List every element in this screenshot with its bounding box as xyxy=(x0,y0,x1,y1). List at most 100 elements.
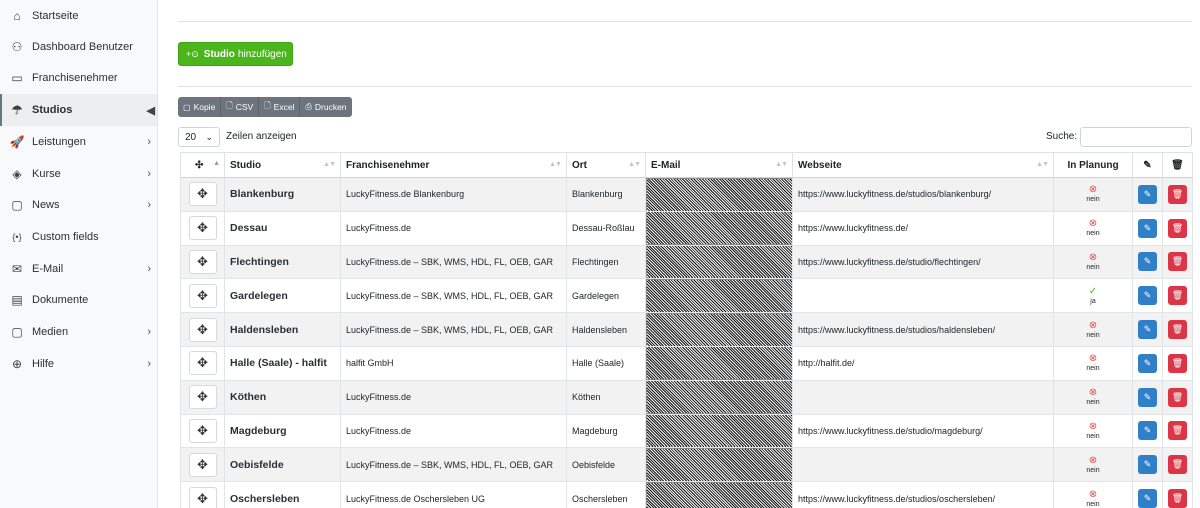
excel-label: Excel xyxy=(273,102,295,112)
chevron-right-icon: › xyxy=(147,168,151,180)
move-handle[interactable]: ✥ xyxy=(188,216,217,241)
website-cell: https://www.luckyfitness.de/ xyxy=(792,211,1054,246)
sidebar-item-e-mail[interactable]: ✉ E-Mail › xyxy=(0,253,157,285)
sidebar-item-leistungen[interactable]: 🚀 Leistungen › xyxy=(0,126,157,158)
sidebar-item-studios[interactable]: ☂ Studios ◀ xyxy=(0,94,157,126)
sidebar-item-news[interactable]: ▢ News › xyxy=(0,189,157,221)
sidebar-item-label: E-Mail xyxy=(32,263,64,275)
search-input[interactable] xyxy=(1080,127,1192,147)
sidebar-item-startseite[interactable]: ⌂ Startseite xyxy=(0,0,157,32)
header-studio[interactable]: Studio ▲▼ xyxy=(224,152,341,178)
header-email-label: E-Mail xyxy=(651,159,681,171)
edit-icon: ✎ xyxy=(1143,425,1152,436)
header-email[interactable]: E-Mail ▲▼ xyxy=(645,152,793,178)
edit-icon: ✎ xyxy=(1143,324,1152,335)
edit-button[interactable]: ✎ xyxy=(1138,353,1157,373)
print-button[interactable]: ⎙ Drucken xyxy=(300,97,352,117)
header-edit: ✎ xyxy=(1132,152,1163,178)
edit-button[interactable]: ✎ xyxy=(1138,387,1157,407)
edit-button[interactable]: ✎ xyxy=(1138,218,1157,238)
delete-button[interactable]: 🗑 xyxy=(1168,455,1187,475)
move-handle[interactable]: ✥ xyxy=(188,182,217,207)
edit-button[interactable]: ✎ xyxy=(1138,421,1157,441)
divider xyxy=(178,21,1192,22)
sidebar-item-dashboard-benutzer[interactable]: ⚇ Dashboard Benutzer xyxy=(0,31,157,63)
delete-button[interactable]: 🗑 xyxy=(1168,252,1187,272)
edit-cell: ✎ xyxy=(1132,245,1163,280)
move-handle[interactable]: ✥ xyxy=(188,351,217,376)
move-handle[interactable]: ✥ xyxy=(188,283,217,308)
delete-button[interactable]: 🗑 xyxy=(1168,387,1187,407)
move-arrows-icon: ✥ xyxy=(197,422,208,438)
delete-button[interactable]: 🗑 xyxy=(1168,286,1187,306)
sidebar-item-dokumente[interactable]: ▤ Dokumente xyxy=(0,284,157,316)
document-icon: ▤ xyxy=(11,293,23,307)
planning-status-label: nein xyxy=(1086,263,1100,271)
planning-status-label: nein xyxy=(1086,196,1100,204)
delete-button[interactable]: 🗑 xyxy=(1168,320,1187,340)
website-cell: https://www.luckyfitness.de/studios/hald… xyxy=(792,312,1054,347)
ort-cell: Halle (Saale) xyxy=(566,346,646,381)
page-length-select[interactable]: 20 ⌄ xyxy=(178,127,220,147)
move-handle[interactable]: ✥ xyxy=(188,317,217,342)
delete-cell: 🗑 xyxy=(1162,481,1193,508)
header-move[interactable]: ✣ ▲ xyxy=(180,152,225,178)
sidebar-item-label: Kurse xyxy=(32,168,61,180)
delete-button[interactable]: 🗑 xyxy=(1168,421,1187,441)
planning-status: ⊗ nein xyxy=(1055,185,1132,204)
move-handle[interactable]: ✥ xyxy=(188,249,217,274)
edit-icon: ✎ xyxy=(1143,459,1152,470)
mail-icon: ✉ xyxy=(11,262,23,276)
franchisenehmer-cell: LuckyFitness.de – SBK, WMS, HDL, FL, OEB… xyxy=(340,245,567,280)
edit-icon: ✎ xyxy=(1143,391,1152,402)
email-cell-redacted xyxy=(645,481,793,508)
chevron-right-icon: › xyxy=(147,136,151,148)
planning-status-label: nein xyxy=(1086,365,1100,373)
delete-button[interactable]: 🗑 xyxy=(1168,218,1187,238)
copy-button[interactable]: ▢ Kopie xyxy=(178,97,222,117)
sort-icon: ▲▼ xyxy=(1036,161,1049,168)
planning-status-icon: ⊗ xyxy=(1088,319,1098,331)
delete-button[interactable]: 🗑 xyxy=(1168,489,1187,508)
studio-name: Köthen xyxy=(224,380,341,415)
planning-cell: ⊗ nein xyxy=(1053,447,1133,483)
sidebar-item-label: Startseite xyxy=(32,10,79,22)
move-handle[interactable]: ✥ xyxy=(188,385,217,410)
sidebar-item-hilfe[interactable]: ⊕ Hilfe › xyxy=(0,348,157,380)
move-handle[interactable]: ✥ xyxy=(188,452,217,477)
website-cell: https://www.luckyfitness.de/studios/osch… xyxy=(792,481,1054,508)
move-handle[interactable]: ✥ xyxy=(188,418,217,443)
edit-icon: ✎ xyxy=(1143,256,1152,267)
website-cell: https://www.luckyfitness.de/studios/blan… xyxy=(792,177,1054,212)
edit-button[interactable]: ✎ xyxy=(1138,489,1157,508)
table-row: ✥ Flechtingen LuckyFitness.de – SBK, WMS… xyxy=(180,245,1193,280)
edit-button[interactable]: ✎ xyxy=(1138,320,1157,340)
excel-button[interactable]: 🗋 Excel xyxy=(259,97,301,117)
header-ort[interactable]: Ort ▲▼ xyxy=(566,152,646,178)
chevron-down-icon: ⌄ xyxy=(205,131,213,142)
edit-button[interactable]: ✎ xyxy=(1138,286,1157,306)
edit-button[interactable]: ✎ xyxy=(1138,252,1157,272)
csv-button[interactable]: 🗋 CSV xyxy=(221,97,260,117)
sidebar-item-franchisenehmer[interactable]: ▭ Franchisenehmer xyxy=(0,62,157,94)
move-handle[interactable]: ✥ xyxy=(188,486,217,508)
edit-button[interactable]: ✎ xyxy=(1138,184,1157,204)
chevron-right-icon: › xyxy=(147,326,151,338)
sidebar-item-label: Leistungen xyxy=(32,136,86,148)
add-studio-button[interactable]: +⊙ Studio hinzufügen xyxy=(178,42,293,66)
header-webseite[interactable]: Webseite ▲▼ xyxy=(792,152,1054,178)
sidebar-item-custom-fields[interactable]: {•} Custom fields xyxy=(0,221,157,253)
planning-status-label: ja xyxy=(1090,297,1096,305)
header-in-planung[interactable]: In Planung xyxy=(1053,152,1133,178)
edit-button[interactable]: ✎ xyxy=(1138,455,1157,475)
header-franchisenehmer[interactable]: Franchisenehmer ▲▼ xyxy=(340,152,567,178)
delete-cell: 🗑 xyxy=(1162,278,1193,314)
move-arrows-icon: ✥ xyxy=(197,389,208,405)
franchisenehmer-cell: LuckyFitness.de Blankenburg xyxy=(340,177,567,212)
sidebar-item-label: Studios xyxy=(32,104,73,116)
delete-cell: 🗑 xyxy=(1162,312,1193,347)
delete-button[interactable]: 🗑 xyxy=(1168,353,1187,373)
sidebar-item-kurse[interactable]: ◈ Kurse › xyxy=(0,158,157,190)
sidebar-item-medien[interactable]: ▢ Medien › xyxy=(0,316,157,348)
delete-button[interactable]: 🗑 xyxy=(1168,184,1187,204)
